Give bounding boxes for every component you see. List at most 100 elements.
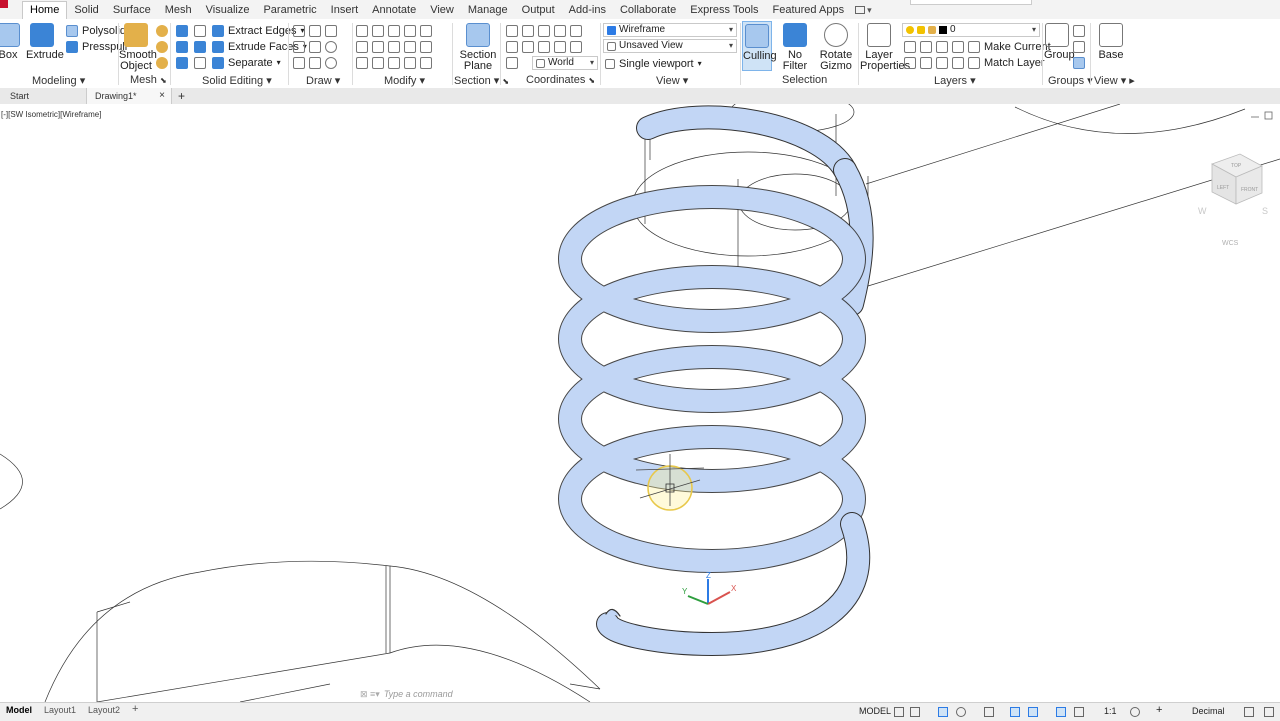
base-view-button[interactable]: Base	[1096, 23, 1126, 61]
match-layer-button[interactable]: Match Layer	[968, 55, 1045, 70]
grid-icon[interactable]	[894, 707, 904, 717]
box-button[interactable]: Box	[0, 23, 22, 61]
no-filter-button[interactable]: No Filter	[776, 23, 814, 72]
panel-title-solid-editing[interactable]: Solid Editing ▾	[202, 74, 272, 87]
tab-drawing1[interactable]: Drawing1* ×	[86, 88, 172, 104]
panel-title-view-base[interactable]: View ▾ ▸	[1094, 74, 1135, 87]
solid-subtract-button[interactable]	[176, 39, 188, 54]
top-search-box[interactable]	[910, 0, 1032, 5]
helix-spring[interactable]	[558, 105, 874, 657]
command-line[interactable]: ⊠ ≡▾ Type a command	[360, 687, 960, 701]
layer-tools-row-2[interactable]	[904, 55, 964, 70]
wcs-menu[interactable]: WCS	[1222, 240, 1239, 247]
object-snap-tracking-icon[interactable]	[1010, 707, 1020, 717]
layer-tools-row-1[interactable]	[904, 39, 964, 54]
tab-add-ins[interactable]: Add-ins	[562, 2, 613, 19]
extract-edges-button[interactable]: Extract Edges ▾	[212, 23, 305, 38]
add-layout-button[interactable]: +	[132, 703, 138, 715]
modify-row-2[interactable]	[356, 39, 432, 54]
section-plane-button[interactable]: Section Plane	[458, 23, 498, 72]
object-snap-icon[interactable]	[1028, 707, 1038, 717]
panel-title-groups[interactable]: Groups ▾	[1048, 74, 1093, 87]
solid-intersect-button[interactable]	[176, 55, 188, 70]
model-space-toggle[interactable]: MODEL	[859, 706, 891, 716]
mesh-tool-1[interactable]	[156, 23, 168, 38]
layer-properties-button[interactable]: Layer Properties	[860, 23, 910, 72]
auto-scale-icon[interactable]	[1074, 707, 1084, 717]
viewport-label[interactable]: [-][SW Isometric][Wireframe]	[1, 110, 101, 119]
viewport-configuration-button[interactable]: Single viewport ▾	[605, 56, 702, 71]
solid-union-button[interactable]	[176, 23, 188, 38]
tab-mesh[interactable]: Mesh	[158, 2, 199, 19]
tab-view[interactable]: View	[423, 2, 461, 19]
annotation-scale[interactable]: 1:1	[1104, 706, 1117, 716]
tab-visualize[interactable]: Visualize	[199, 2, 257, 19]
ortho-icon[interactable]	[938, 707, 948, 717]
panel-title-coordinates[interactable]: Coordinates ⬊	[526, 74, 595, 86]
clean-screen-icon[interactable]	[1264, 707, 1274, 717]
group-button[interactable]: Group	[1044, 23, 1075, 61]
solid-tool-a[interactable]	[194, 23, 206, 38]
separate-button[interactable]: Separate ▾	[212, 55, 281, 70]
smooth-object-button[interactable]: Smooth Object	[119, 23, 157, 72]
extrude-button[interactable]: Extrude	[26, 23, 64, 61]
command-history-icon[interactable]: ⊠ ≡▾	[360, 689, 380, 700]
new-tab-button[interactable]: +	[178, 88, 185, 104]
layout-tab-model[interactable]: Model	[6, 705, 32, 715]
drawing-viewport[interactable]: Z X Y TOP LEFT FRONT W S WCS [-][SW Isom…	[0, 104, 1280, 702]
make-current-button[interactable]: Make Current	[968, 39, 1051, 54]
panel-title-modeling[interactable]: Modeling ▾	[32, 74, 85, 87]
panel-title-view[interactable]: View ▾	[656, 74, 688, 87]
annotation-visibility-icon[interactable]	[1056, 707, 1066, 717]
draw-polygon-button[interactable]	[293, 55, 337, 70]
panel-title-layers[interactable]: Layers ▾	[934, 74, 976, 87]
tab-annotate[interactable]: Annotate	[365, 2, 423, 19]
modify-row-1[interactable]	[356, 23, 432, 38]
model-space-canvas[interactable]: Z X Y TOP LEFT FRONT W S WCS	[0, 104, 1280, 702]
units-dropdown[interactable]: Decimal	[1192, 706, 1225, 716]
tab-featured-apps[interactable]: Featured Apps	[766, 2, 852, 19]
coordinate-system-dropdown[interactable]: World ▾	[532, 56, 598, 70]
group-edit-button[interactable]	[1073, 39, 1085, 54]
tab-solid[interactable]: Solid	[67, 2, 105, 19]
quick-properties-icon[interactable]	[1244, 707, 1254, 717]
tab-overflow-button[interactable]: ▾	[851, 2, 876, 19]
viewport-controls[interactable]	[1251, 111, 1273, 120]
viewcube[interactable]: TOP LEFT FRONT W S WCS	[1198, 153, 1268, 247]
visual-style-dropdown[interactable]: Wireframe ▾	[603, 23, 737, 37]
tab-surface[interactable]: Surface	[106, 2, 158, 19]
annotation-monitor-icon[interactable]: +	[1156, 704, 1162, 716]
modify-row-3[interactable]	[356, 55, 432, 70]
tab-manage[interactable]: Manage	[461, 2, 515, 19]
culling-toggle[interactable]: Culling	[742, 21, 777, 71]
coordinates-row-3[interactable]	[506, 55, 518, 70]
snap-icon[interactable]	[910, 707, 920, 717]
coordinates-row-1[interactable]	[506, 23, 582, 38]
tab-output[interactable]: Output	[515, 2, 562, 19]
close-icon[interactable]: ×	[159, 88, 165, 104]
tab-insert[interactable]: Insert	[324, 2, 366, 19]
coordinates-row-2[interactable]	[506, 39, 582, 54]
solid-tool-b[interactable]	[194, 39, 206, 54]
tab-collaborate[interactable]: Collaborate	[613, 2, 683, 19]
group-select-button[interactable]	[1073, 55, 1085, 70]
panel-title-mesh[interactable]: Mesh ⬊	[130, 74, 167, 86]
tab-home[interactable]: Home	[22, 1, 68, 19]
tab-parametric[interactable]: Parametric	[256, 2, 323, 19]
mesh-tool-2[interactable]	[156, 39, 168, 54]
polar-tracking-icon[interactable]	[956, 707, 966, 717]
workspace-gear-icon[interactable]	[1130, 707, 1140, 717]
draw-circle-button[interactable]	[293, 39, 337, 54]
panel-title-modify[interactable]: Modify ▾	[384, 74, 425, 87]
ungroup-button[interactable]	[1073, 23, 1085, 38]
layout-tab-layout1[interactable]: Layout1	[44, 705, 76, 715]
named-view-dropdown[interactable]: Unsaved View ▾	[603, 39, 737, 53]
panel-title-draw[interactable]: Draw ▾	[306, 74, 340, 87]
tab-start[interactable]: Start	[10, 88, 29, 104]
maximize-viewport-icon[interactable]	[1264, 111, 1273, 120]
layout-tab-layout2[interactable]: Layout2	[88, 705, 120, 715]
isodraft-icon[interactable]	[984, 707, 994, 717]
rotate-gizmo-button[interactable]: Rotate Gizmo	[818, 23, 854, 72]
app-logo-icon[interactable]	[0, 0, 8, 8]
draw-line-button[interactable]	[293, 23, 337, 38]
